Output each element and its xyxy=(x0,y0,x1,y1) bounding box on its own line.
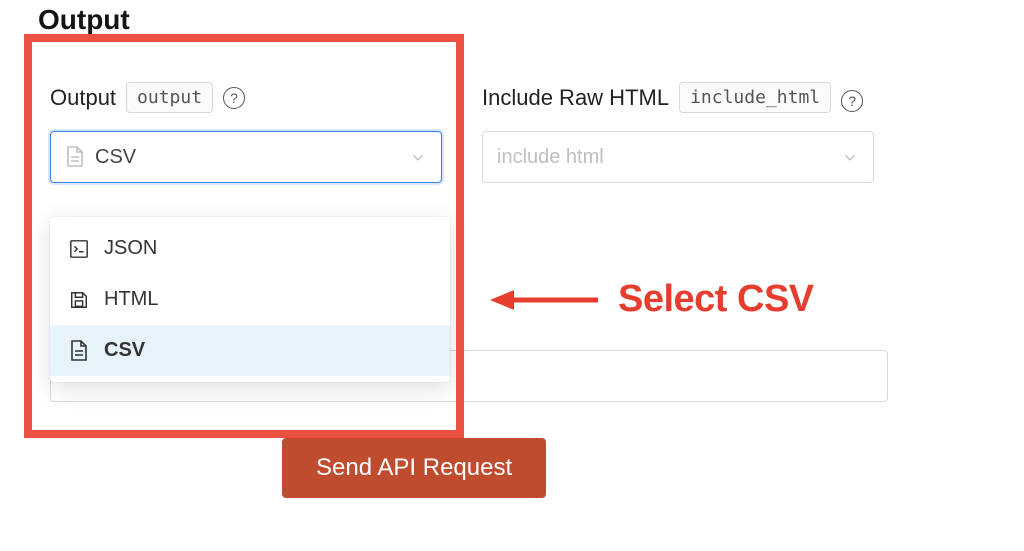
annotation-text: Select CSV xyxy=(618,278,814,321)
document-icon xyxy=(68,340,90,362)
send-api-request-button[interactable]: Send API Request xyxy=(282,438,546,498)
output-option-html[interactable]: HTML xyxy=(50,274,450,325)
output-field: Output output ? CSV xyxy=(50,82,442,183)
annotation: Select CSV xyxy=(490,278,814,321)
output-code-badge: output xyxy=(126,82,213,113)
help-icon[interactable]: ? xyxy=(223,87,245,109)
save-file-icon xyxy=(68,290,90,310)
option-label: JSON xyxy=(104,237,157,260)
include-html-select[interactable]: include html xyxy=(482,131,874,183)
option-label: HTML xyxy=(104,288,158,311)
output-option-json[interactable]: JSON xyxy=(50,223,450,274)
section-title: Output xyxy=(38,4,130,36)
output-selected-text: CSV xyxy=(95,146,409,169)
help-icon[interactable]: ? xyxy=(841,90,863,112)
output-label: Output xyxy=(50,85,116,111)
option-label: CSV xyxy=(104,339,145,362)
chevron-down-icon xyxy=(841,148,859,166)
chevron-down-icon xyxy=(409,148,427,166)
arrow-left-icon xyxy=(490,286,600,314)
terminal-file-icon xyxy=(68,239,90,259)
output-option-csv[interactable]: CSV xyxy=(50,325,450,376)
include-html-label: Include Raw HTML xyxy=(482,85,669,111)
output-select[interactable]: CSV xyxy=(50,131,442,183)
include-html-field: Include Raw HTML include_html ? include … xyxy=(482,82,874,183)
include-html-placeholder: include html xyxy=(497,146,841,169)
document-icon xyxy=(65,146,85,168)
output-dropdown: JSON HTML CSV xyxy=(50,217,450,382)
form-panel: Output output ? CSV Include Raw HTML xyxy=(32,42,892,183)
include-html-code-badge: include_html xyxy=(679,82,831,113)
